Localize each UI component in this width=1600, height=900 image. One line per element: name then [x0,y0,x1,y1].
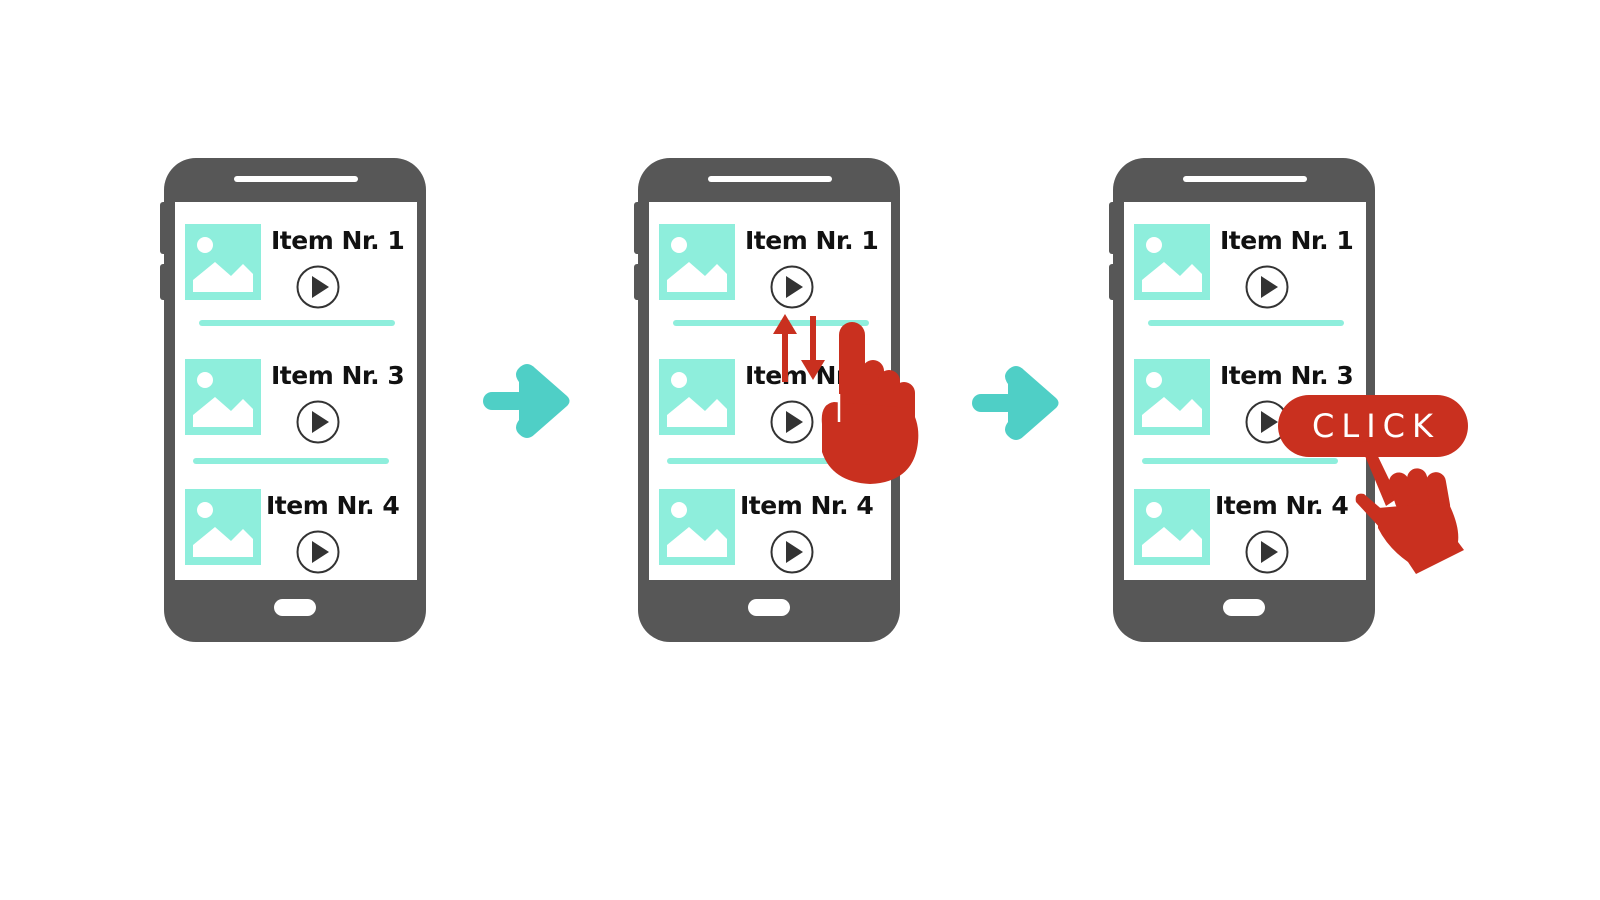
image-placeholder-icon [185,489,261,565]
phone-side-button [1109,264,1115,300]
phone-speaker [1183,176,1307,182]
divider [199,320,395,326]
phone-home-button [748,599,790,616]
phone-home-button [274,599,316,616]
image-placeholder-icon [1134,224,1210,300]
play-icon[interactable] [1245,530,1289,574]
phone-speaker [234,176,358,182]
tap-hand-icon [1355,441,1464,574]
item-title: Item Nr. 1 [271,226,405,255]
list-item[interactable]: Item Nr. 1 [649,224,891,309]
item-title: Item Nr. 3 [271,361,405,390]
list-item[interactable]: Item Nr. 4 [1124,489,1366,574]
play-icon[interactable] [1245,265,1289,309]
item-title: Item Nr. 1 [745,226,879,255]
phone-step-1: Item Nr. 1 Item Nr. 3 Item Nr. 4 [160,158,426,642]
item-title: Item Nr. 3 [1220,361,1354,390]
image-placeholder-icon [659,224,735,300]
divider [1148,320,1344,326]
image-placeholder-icon [185,359,261,435]
list-item[interactable]: Item Nr. 4 [649,489,891,574]
item-title: Item Nr. 4 [266,491,400,520]
image-placeholder-icon [659,489,735,565]
image-placeholder-icon [185,224,261,300]
arrow-right-icon [972,366,1059,440]
phone-side-button [634,264,640,300]
phone-screen: Item Nr. 1 Item Nr. 3 Item Nr. 4 [1124,202,1366,580]
image-placeholder-icon [1134,489,1210,565]
phone-side-button [160,202,166,254]
image-placeholder-icon [659,359,735,435]
play-icon[interactable] [296,400,340,444]
diagram-stage: Item Nr. 1 Item Nr. 3 Item Nr. 4 Item Nr… [0,0,1600,900]
play-icon[interactable] [770,265,814,309]
phone-screen: Item Nr. 1 Item Nr. 3 Item Nr. 4 [175,202,417,580]
phone-side-button [1109,202,1115,254]
item-title: Item Nr. 1 [1220,226,1354,255]
play-icon[interactable] [296,265,340,309]
scroll-hand-icon [773,314,919,484]
list-item[interactable]: Item Nr. 1 [1124,224,1366,309]
list-item[interactable]: Item Nr. 4 [175,489,417,574]
arrow-right-icon [483,364,570,438]
phone-side-button [634,202,640,254]
list-item[interactable]: Item Nr. 1 [175,224,417,309]
phone-speaker [708,176,832,182]
divider [193,458,389,464]
list-item[interactable]: Item Nr. 3 [175,359,417,444]
image-placeholder-icon [1134,359,1210,435]
phone-side-button [160,264,166,300]
item-title: Item Nr. 4 [1215,491,1349,520]
play-icon[interactable] [296,530,340,574]
phone-home-button [1223,599,1265,616]
play-icon[interactable] [770,530,814,574]
item-title: Item Nr. 4 [740,491,874,520]
divider [1142,458,1338,464]
